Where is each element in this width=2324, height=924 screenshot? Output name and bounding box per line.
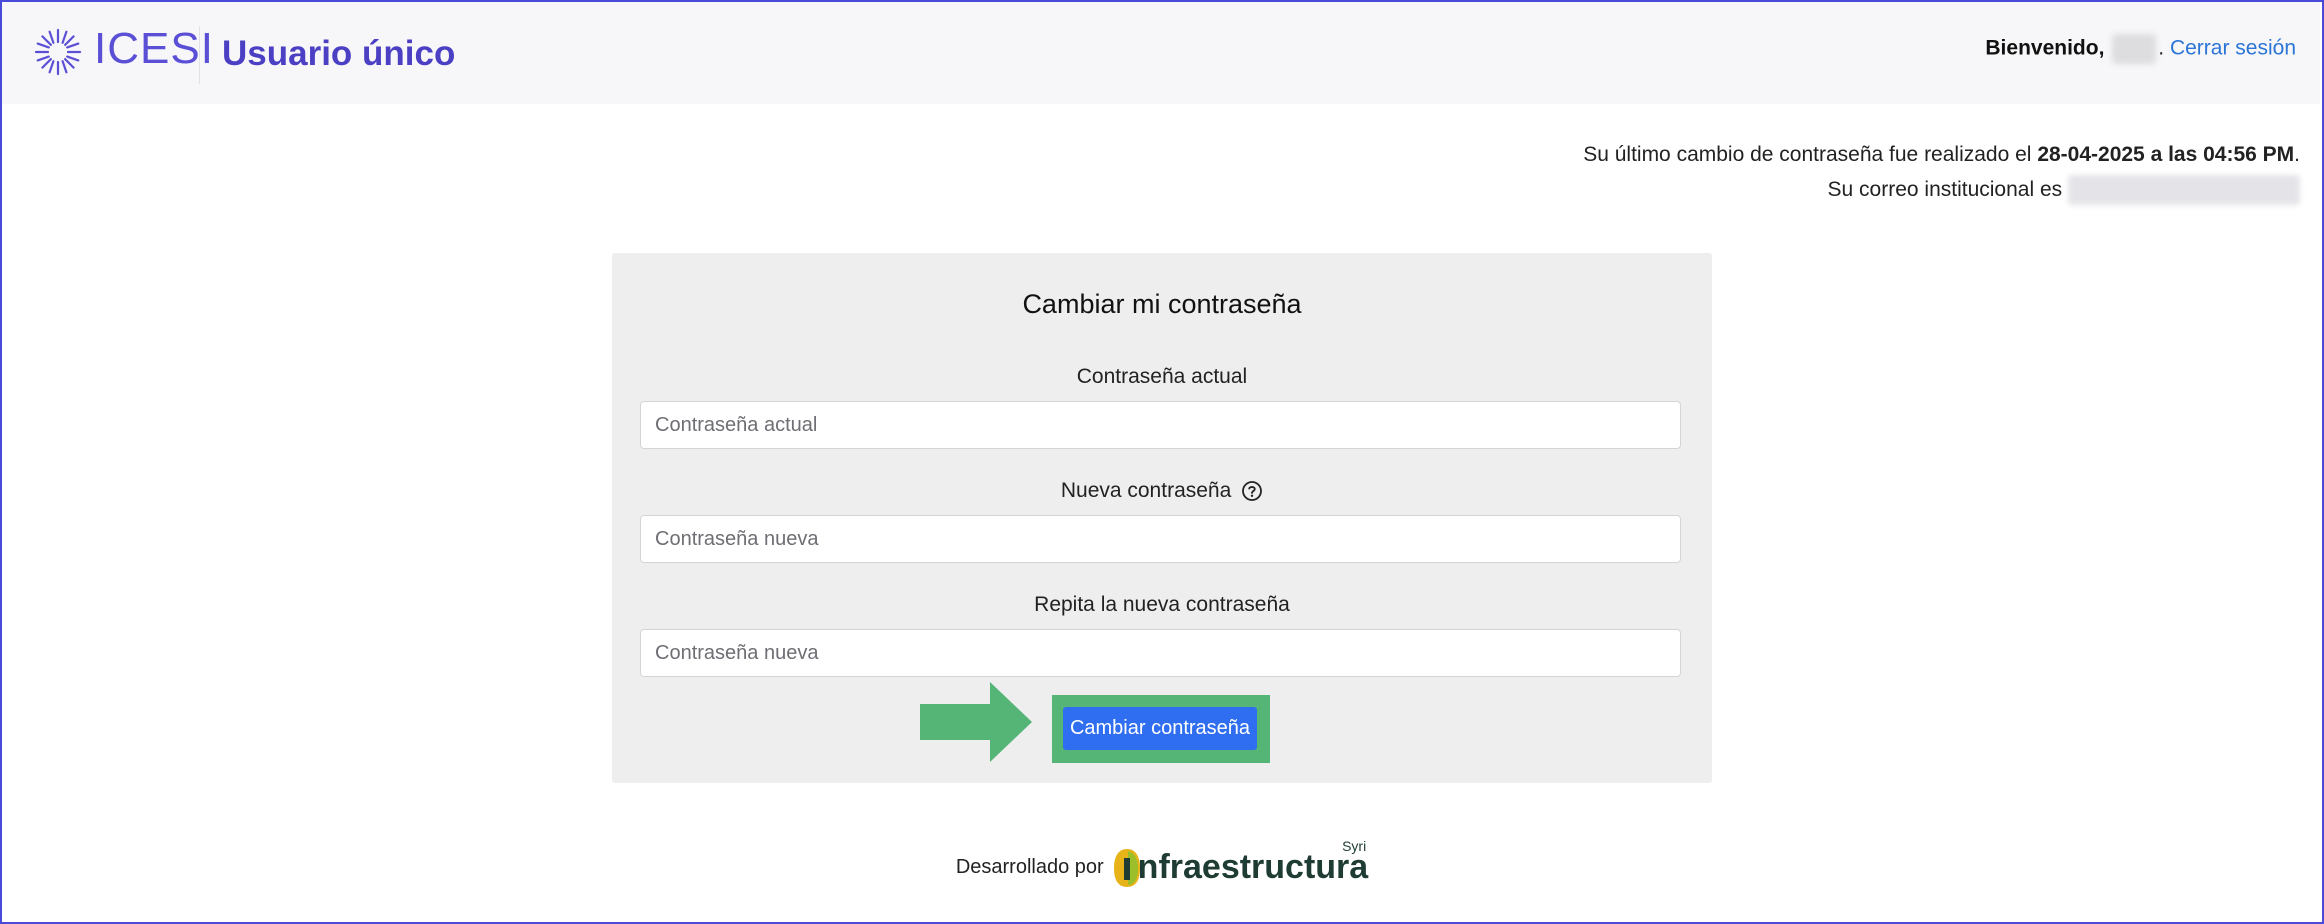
email-line: Su correo institucional es	[1583, 172, 2300, 207]
welcome-area: Bienvenido, . Cerrar sesión	[1985, 34, 2296, 64]
last-change-prefix: Su último cambio de contraseña fue reali…	[1583, 143, 2032, 166]
current-password-label: Contraseña actual	[1076, 365, 1248, 388]
app-title[interactable]: Usuario único	[222, 34, 455, 74]
new-password-input[interactable]	[640, 515, 1681, 563]
top-navbar: ICESI Usuario único Bienvenido, . Cerrar…	[2, 2, 2320, 104]
footer: Desarrollado por nfraestructura Syri	[0, 838, 2324, 898]
new-password-label: Nueva contraseña	[1060, 479, 1232, 502]
welcome-label: Bienvenido,	[1985, 36, 2105, 60]
last-change-date: 28-04-2025 a las 04:56 PM	[2037, 143, 2295, 166]
syri-tag: Syri	[1342, 838, 1367, 854]
developed-by-text: Desarrollado por	[955, 856, 1104, 878]
last-change-line: Su último cambio de contraseña fue reali…	[1583, 137, 2300, 172]
current-password-input[interactable]	[640, 401, 1681, 449]
repeat-password-label: Repita la nueva contraseña	[1034, 593, 1290, 616]
change-password-button[interactable]: Cambiar contraseña	[1063, 707, 1257, 750]
infraestructura-logo[interactable]: nfraestructura Syri	[1113, 838, 1369, 887]
icesi-logo-icon[interactable]	[26, 20, 90, 84]
infraestructura-wordmark: nfraestructura	[1137, 848, 1369, 886]
logo-text: ICESI	[94, 24, 214, 73]
email-label: Su correo institucional es	[1827, 178, 2063, 201]
arrow-right-icon	[920, 682, 1032, 762]
brand-divider	[199, 26, 200, 84]
infraestructura-logo-icon	[1113, 849, 1140, 887]
logout-link[interactable]: Cerrar sesión	[2170, 37, 2296, 60]
email-redacted	[2068, 175, 2300, 206]
account-info: Su último cambio de contraseña fue reali…	[1583, 137, 2300, 207]
new-password-label-row: Nueva contraseña	[612, 479, 1712, 503]
user-name-redacted	[2112, 34, 2157, 64]
form-title: Cambiar mi contraseña	[1022, 289, 1302, 319]
welcome-suffix: .	[2158, 36, 2165, 60]
help-circle-icon[interactable]	[1241, 480, 1263, 502]
last-change-suffix: .	[2294, 143, 2300, 166]
repeat-password-input[interactable]	[640, 629, 1681, 677]
